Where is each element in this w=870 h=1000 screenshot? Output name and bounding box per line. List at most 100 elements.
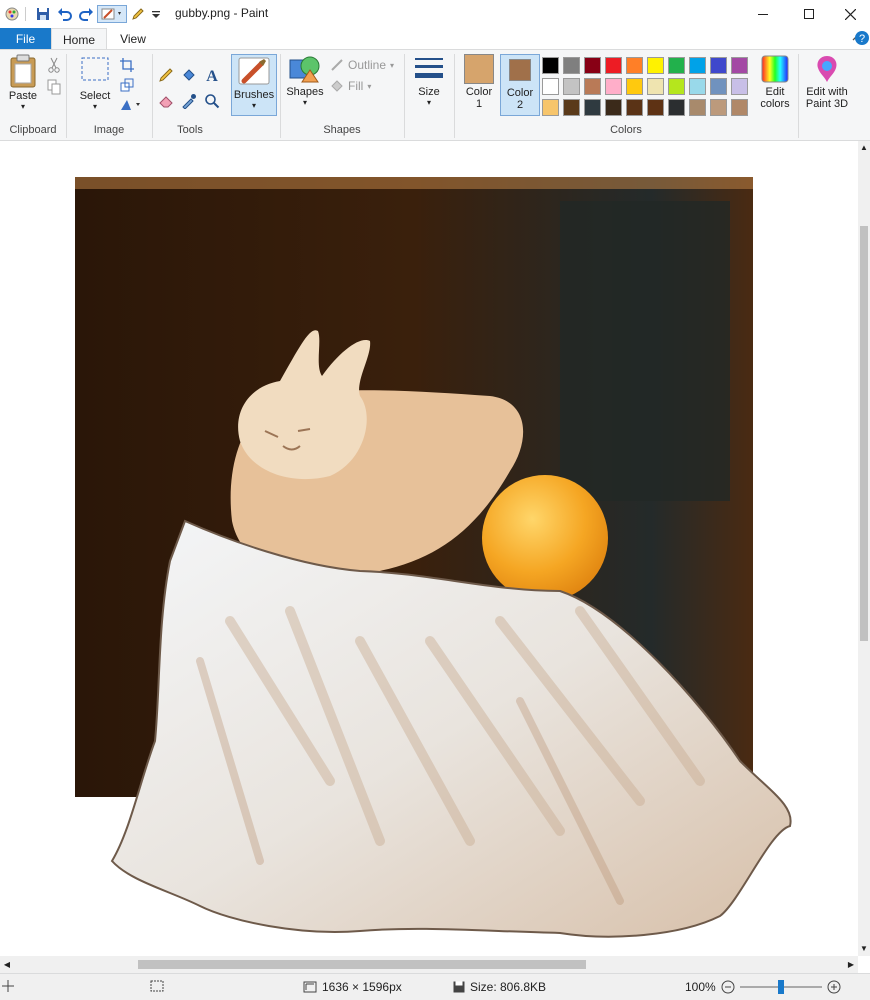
brushes-button[interactable]: Brushes ▾ <box>231 54 277 116</box>
palette-swatch[interactable] <box>689 99 706 116</box>
help-button[interactable]: ? <box>854 30 870 46</box>
scroll-right-icon[interactable]: ▶ <box>844 956 858 973</box>
file-size: Size: 806.8KB <box>453 980 546 994</box>
palette-swatch[interactable] <box>584 57 601 74</box>
color2-label: Color 2 <box>506 87 534 111</box>
palette-swatch[interactable] <box>626 57 643 74</box>
palette-swatch[interactable] <box>626 99 643 116</box>
redo-icon[interactable] <box>77 5 95 23</box>
color1-swatch <box>464 54 494 84</box>
text-icon[interactable]: A <box>203 66 221 84</box>
zoom-slider-thumb[interactable] <box>777 980 784 994</box>
minimize-icon <box>758 14 768 15</box>
group-label-image: Image <box>93 124 125 136</box>
rotate-icon[interactable] <box>118 96 144 114</box>
palette-swatch[interactable] <box>731 57 748 74</box>
chevron-down-icon[interactable] <box>150 5 162 23</box>
help-icon: ? <box>855 31 869 45</box>
scroll-left-icon[interactable]: ◀ <box>0 956 14 973</box>
shapes-button[interactable]: Shapes ▾ <box>285 54 325 107</box>
paste-button[interactable]: Paste ▾ <box>4 54 42 111</box>
cursor-position-icon <box>2 980 14 992</box>
paint-app-icon[interactable] <box>3 5 21 23</box>
resize-icon[interactable] <box>118 76 136 94</box>
palette-swatch[interactable] <box>710 57 727 74</box>
fill-icon <box>331 80 343 92</box>
size-button[interactable]: Size ▾ <box>409 54 449 107</box>
dimensions-icon <box>303 981 317 993</box>
palette-swatch[interactable] <box>605 78 622 95</box>
undo-icon[interactable] <box>56 5 74 23</box>
palette-swatch[interactable] <box>731 99 748 116</box>
horizontal-scrollbar[interactable]: ◀ ▶ <box>0 956 858 973</box>
zoom-level: 100% <box>685 980 716 994</box>
tab-file[interactable]: File <box>0 28 51 50</box>
eraser-icon[interactable] <box>157 92 175 110</box>
color-wheel-icon <box>761 55 789 83</box>
palette-swatch[interactable] <box>563 78 580 95</box>
palette-swatch[interactable] <box>647 78 664 95</box>
zoom-out-icon[interactable] <box>721 980 735 994</box>
tab-home[interactable]: Home <box>51 28 107 50</box>
color1-button[interactable]: Color 1 <box>459 54 499 110</box>
maximize-button[interactable] <box>786 0 832 28</box>
brush-icon <box>238 57 270 85</box>
palette-swatch[interactable] <box>563 99 580 116</box>
close-button[interactable] <box>830 0 870 28</box>
save-icon[interactable] <box>34 5 52 23</box>
palette-swatch[interactable] <box>542 57 559 74</box>
scroll-up-icon[interactable]: ▲ <box>858 141 870 155</box>
fill-dropdown[interactable]: Fill ▾ <box>330 79 371 93</box>
palette-swatch[interactable] <box>689 78 706 95</box>
palette-swatch[interactable] <box>542 78 559 95</box>
palette-swatch[interactable] <box>647 57 664 74</box>
selection-size-icon <box>150 980 164 992</box>
color-picker-icon[interactable] <box>180 92 198 110</box>
ribbon-home: Paste ▾ Clipboard Select ▾ Image A Tools… <box>0 49 870 141</box>
edit-colors-button[interactable]: Edit colors <box>755 54 795 110</box>
palette-swatch[interactable] <box>710 99 727 116</box>
horizontal-scroll-thumb[interactable] <box>138 960 586 969</box>
palette-swatch[interactable] <box>584 78 601 95</box>
palette-swatch[interactable] <box>626 78 643 95</box>
shapes-icon <box>289 56 320 83</box>
copy-icon[interactable] <box>45 78 63 96</box>
palette-swatch[interactable] <box>605 57 622 74</box>
edit-with-paint3d-button[interactable]: Edit with Paint 3D <box>802 54 852 110</box>
fill-bucket-icon[interactable] <box>180 66 198 84</box>
palette-swatch[interactable] <box>668 99 685 116</box>
palette-swatch[interactable] <box>689 57 706 74</box>
palette-swatch[interactable] <box>584 99 601 116</box>
palette-swatch[interactable] <box>647 99 664 116</box>
canvas-area[interactable] <box>0 141 858 956</box>
palette-swatch[interactable] <box>668 78 685 95</box>
palette-swatch[interactable] <box>731 78 748 95</box>
vertical-scrollbar[interactable]: ▲ ▼ <box>858 141 870 956</box>
minimize-button[interactable] <box>740 0 786 28</box>
select-button[interactable]: Select ▾ <box>76 54 114 111</box>
zoom-in-icon[interactable] <box>827 980 841 994</box>
palette-swatch[interactable] <box>542 99 559 116</box>
brush-quick-icon[interactable] <box>97 5 127 23</box>
ribbon-tabs: File Home View ? <box>0 28 870 50</box>
outline-dropdown[interactable]: Outline ▾ <box>330 58 394 72</box>
color2-button[interactable]: Color 2 <box>500 54 540 116</box>
zoom-slider[interactable] <box>739 980 822 994</box>
clipboard-icon <box>10 54 36 88</box>
scroll-down-icon[interactable]: ▼ <box>858 942 870 956</box>
tab-view[interactable]: View <box>107 28 159 50</box>
pencil-quick-icon[interactable] <box>130 5 146 23</box>
disk-icon <box>453 981 465 993</box>
dimensions-text: 1636 × 1596px <box>322 980 402 994</box>
palette-swatch[interactable] <box>605 99 622 116</box>
magnifier-icon[interactable] <box>203 92 221 110</box>
group-label-clipboard: Clipboard <box>9 124 57 136</box>
painting-canvas[interactable] <box>0 141 858 956</box>
palette-swatch[interactable] <box>710 78 727 95</box>
crop-icon[interactable] <box>118 56 136 74</box>
vertical-scroll-thumb[interactable] <box>860 226 868 641</box>
cut-icon[interactable] <box>45 56 63 74</box>
palette-swatch[interactable] <box>563 57 580 74</box>
pencil-icon[interactable] <box>157 66 175 84</box>
palette-swatch[interactable] <box>668 57 685 74</box>
